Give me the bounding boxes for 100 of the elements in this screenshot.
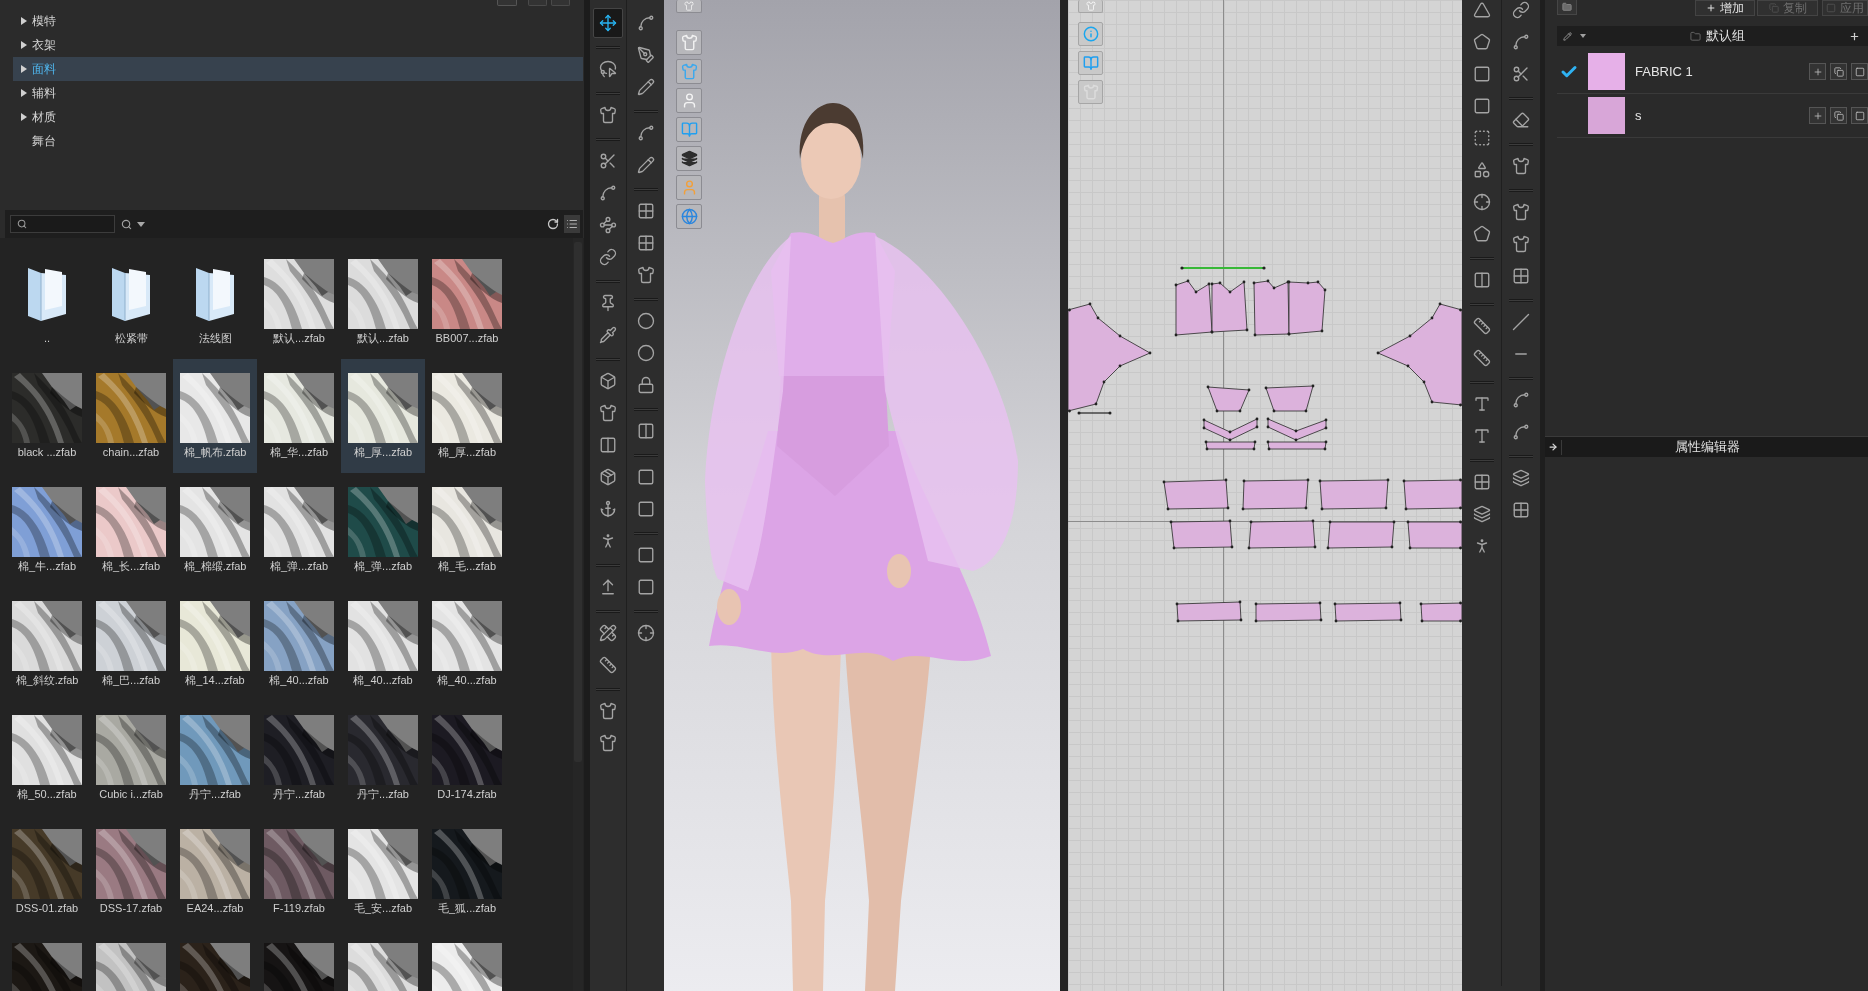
columns-icon[interactable]: [1472, 271, 1491, 289]
search-field[interactable]: [10, 215, 115, 233]
library-item[interactable]: 棉_毛...zfab: [425, 473, 509, 587]
library-item[interactable]: 丹宁...zfab: [341, 701, 425, 815]
pattern-piece[interactable]: [1266, 417, 1328, 442]
library-item[interactable]: 棉_华...zfab: [257, 359, 341, 473]
text-icon[interactable]: [1472, 395, 1491, 413]
pattern-piece[interactable]: [1264, 384, 1315, 413]
library-item[interactable]: 棉_牛...zfab: [5, 473, 89, 587]
caret-icon[interactable]: [21, 65, 27, 73]
view-toggle-button[interactable]: [676, 175, 702, 200]
scissors-icon[interactable]: [1512, 65, 1530, 83]
library-item[interactable]: 棉_14...zfab: [173, 587, 257, 701]
library-item[interactable]: 默认...zfab: [341, 245, 425, 359]
view-toggle-button[interactable]: [1078, 80, 1103, 104]
library-item[interactable]: EA24...zfab: [173, 815, 257, 929]
fabric-list-item[interactable]: FABRIC 1: [1557, 50, 1868, 94]
list-view-button[interactable]: [564, 215, 580, 233]
library-item[interactable]: 毛_安...zfab: [341, 815, 425, 929]
pattern-piece[interactable]: [1266, 440, 1328, 451]
search-icon[interactable]: [121, 218, 132, 230]
dropdown-caret-icon[interactable]: [1580, 34, 1586, 38]
pattern-piece[interactable]: [1333, 601, 1403, 623]
arrow-icon[interactable]: [1548, 442, 1558, 452]
library-item[interactable]: 丹宁...zfab: [257, 701, 341, 815]
pattern-piece[interactable]: [1175, 600, 1243, 623]
tree-item[interactable]: 材质: [13, 105, 583, 129]
pattern-piece[interactable]: [1402, 478, 1462, 511]
caret-icon[interactable]: [21, 89, 27, 97]
line-segment[interactable]: [1077, 411, 1112, 415]
shirt-icon[interactable]: [1512, 235, 1530, 253]
library-item[interactable]: 棉_弹...zfab: [257, 473, 341, 587]
caret-icon[interactable]: [21, 17, 27, 25]
slash-icon[interactable]: [1512, 313, 1530, 331]
layers-icon[interactable]: [1472, 505, 1491, 523]
library-item[interactable]: DSS-17.zfab: [89, 815, 173, 929]
pattern-piece[interactable]: [1247, 519, 1317, 550]
library-item[interactable]: ..: [5, 245, 89, 359]
library-item[interactable]: 棉_40...zfab: [425, 587, 509, 701]
selected-segment[interactable]: [1180, 266, 1266, 270]
pattern-piece[interactable]: [1241, 478, 1310, 511]
shirt-icon[interactable]: [1512, 203, 1530, 221]
library-item[interactable]: 棉_40...zfab: [341, 587, 425, 701]
caret-icon[interactable]: [21, 113, 27, 121]
grid-icon[interactable]: [1512, 267, 1530, 285]
ruler-icon[interactable]: [1472, 349, 1491, 367]
view-toggle-button[interactable]: [676, 117, 702, 142]
tree-item[interactable]: 面料: [13, 57, 583, 81]
tool-button[interactable]: [593, 8, 623, 38]
view-toggle-button[interactable]: [676, 59, 702, 84]
library-item[interactable]: 棉_40...zfab: [257, 587, 341, 701]
pattern-piece[interactable]: [1326, 520, 1396, 550]
row-button[interactable]: [1830, 63, 1847, 80]
library-item[interactable]: 棉_厚...zfab: [425, 359, 509, 473]
library-item[interactable]: chain...zfab: [89, 359, 173, 473]
view-toggle-button[interactable]: [1078, 22, 1103, 46]
library-item[interactable]: 棉_帆布.zfab: [173, 359, 257, 473]
pattern-piece[interactable]: [1318, 478, 1390, 511]
dropdown-caret-icon[interactable]: [137, 221, 145, 227]
library-item[interactable]: Cubic i...zfab: [89, 701, 173, 815]
shirt-icon[interactable]: [1512, 157, 1530, 175]
library-item[interactable]: 棉_厚...zfab: [341, 359, 425, 473]
library-item[interactable]: 棉_棉缎.zfab: [173, 473, 257, 587]
view-toggle-button[interactable]: [676, 0, 702, 13]
pattern-piece[interactable]: [1174, 279, 1214, 337]
view-toggle-button[interactable]: [676, 88, 702, 113]
library-item[interactable]: 棉_巴...zfab: [89, 587, 173, 701]
ruler-icon[interactable]: [1472, 317, 1491, 335]
library-item[interactable]: 棉_长...zfab: [89, 473, 173, 587]
curve-icon[interactable]: [1512, 391, 1530, 409]
pattern-piece[interactable]: [1169, 519, 1234, 550]
view-toggle-button[interactable]: [676, 146, 702, 171]
folder-button[interactable]: [1557, 0, 1577, 15]
pattern-piece[interactable]: [1162, 478, 1230, 511]
pattern-piece[interactable]: [1202, 417, 1259, 442]
square-icon[interactable]: [1472, 97, 1491, 115]
library-item[interactable]: 法线图: [173, 245, 257, 359]
fabric-list-item[interactable]: s: [1557, 94, 1868, 138]
crosshair-icon[interactable]: [1472, 193, 1491, 211]
row-button[interactable]: [1809, 63, 1826, 80]
row-button[interactable]: [1851, 63, 1868, 80]
grid-icon[interactable]: [1472, 473, 1491, 491]
library-item[interactable]: 默认...zfab: [257, 245, 341, 359]
shapes-icon[interactable]: [1472, 161, 1491, 179]
view-toggle-button[interactable]: [1078, 0, 1103, 13]
layers-icon[interactable]: [1512, 469, 1530, 487]
view-toggle-button[interactable]: [676, 204, 702, 229]
curve-icon[interactable]: [1512, 33, 1530, 51]
pattern-piece[interactable]: [1204, 440, 1257, 451]
tree-item[interactable]: 模特: [13, 9, 583, 33]
pattern-piece[interactable]: [1206, 385, 1251, 413]
library-item[interactable]: 棉_弹...zfab: [341, 473, 425, 587]
view-toggle-button[interactable]: [676, 30, 702, 55]
dashed-square-icon[interactable]: [1472, 129, 1491, 147]
plus-icon[interactable]: [1849, 30, 1860, 42]
library-item[interactable]: black ...zfab: [5, 359, 89, 473]
caret-icon[interactable]: [21, 41, 27, 49]
grid-icon[interactable]: [1512, 501, 1530, 519]
row-button[interactable]: [1851, 107, 1868, 124]
row-button[interactable]: [1809, 107, 1826, 124]
